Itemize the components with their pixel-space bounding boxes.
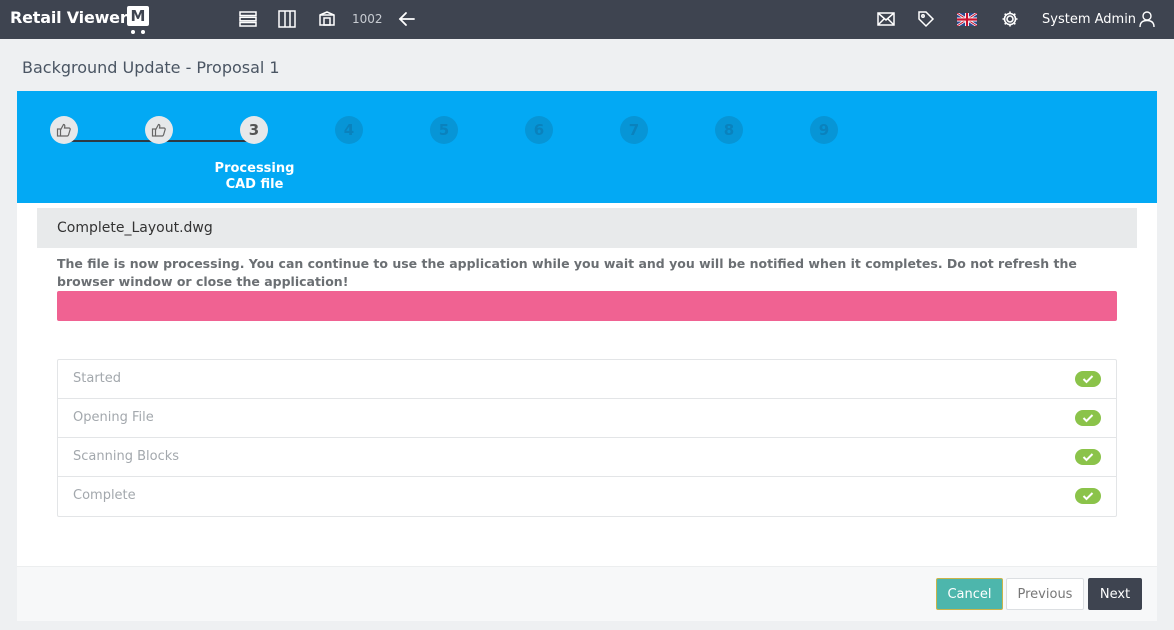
step-8: 8 (715, 116, 743, 144)
uk-flag-icon[interactable] (957, 9, 977, 29)
list-icon[interactable] (238, 9, 258, 29)
step-2-thumbs-up-icon[interactable] (145, 116, 173, 144)
back-arrow-icon[interactable] (397, 9, 417, 29)
user-name[interactable]: System Admin (1042, 12, 1136, 27)
file-header: Complete_Layout.dwg (37, 208, 1137, 248)
status-row-complete: Complete (58, 477, 1116, 516)
wizard-stepper: 3 4 5 6 7 8 9 Processing CAD file (17, 91, 1157, 203)
wizard-panel: 3 4 5 6 7 8 9 Processing CAD file Comple… (17, 91, 1157, 621)
brand-text: Retail Viewer (10, 8, 128, 27)
processing-notice: The file is now processing. You can cont… (57, 256, 1077, 289)
step-5: 5 (430, 116, 458, 144)
tag-icon[interactable] (916, 9, 936, 29)
user-icon[interactable] (1137, 9, 1157, 29)
cart-wheel-icon (131, 30, 135, 34)
record-number: 1002 (352, 12, 383, 26)
cancel-button[interactable]: Cancel (936, 578, 1003, 610)
status-row-opening-file: Opening File (58, 399, 1116, 438)
next-button[interactable]: Next (1088, 578, 1142, 610)
active-step-title-line1: Processing (214, 161, 295, 176)
columns-icon[interactable] (277, 9, 297, 29)
check-icon (1075, 449, 1101, 465)
status-row-scanning-blocks: Scanning Blocks (58, 438, 1116, 477)
check-icon (1075, 371, 1101, 387)
progress-bar (57, 291, 1117, 321)
mail-icon[interactable] (876, 9, 896, 29)
step-3[interactable]: 3 (240, 116, 268, 144)
step-9: 9 (810, 116, 838, 144)
active-step-title-line2: CAD file (225, 177, 284, 192)
status-label: Scanning Blocks (73, 449, 180, 464)
box-icon[interactable] (317, 9, 337, 29)
gear-icon[interactable] (1000, 9, 1020, 29)
step-connector (159, 140, 255, 142)
file-name: Complete_Layout.dwg (57, 220, 213, 236)
active-step-title: Processing CAD file (212, 161, 297, 193)
status-row-started: Started (58, 360, 1116, 399)
check-icon (1075, 488, 1101, 504)
step-7: 7 (620, 116, 648, 144)
cart-wheel-icon (141, 30, 145, 34)
status-label: Opening File (73, 410, 154, 425)
page-title: Background Update - Proposal 1 (22, 58, 280, 77)
status-label: Complete (73, 488, 136, 503)
brand-mark: M (127, 6, 149, 26)
top-bar: Retail Viewer M 1002 System Admin (0, 0, 1174, 39)
wizard-footer: Cancel Previous Next (17, 566, 1157, 621)
step-1-thumbs-up-icon[interactable] (50, 116, 78, 144)
step-6: 6 (525, 116, 553, 144)
check-icon (1075, 410, 1101, 426)
status-label: Started (73, 371, 122, 386)
step-connector (64, 140, 160, 142)
previous-button[interactable]: Previous (1006, 578, 1084, 610)
status-list: Started Opening File Scanning Blocks Com… (57, 359, 1117, 517)
step-4: 4 (335, 116, 363, 144)
